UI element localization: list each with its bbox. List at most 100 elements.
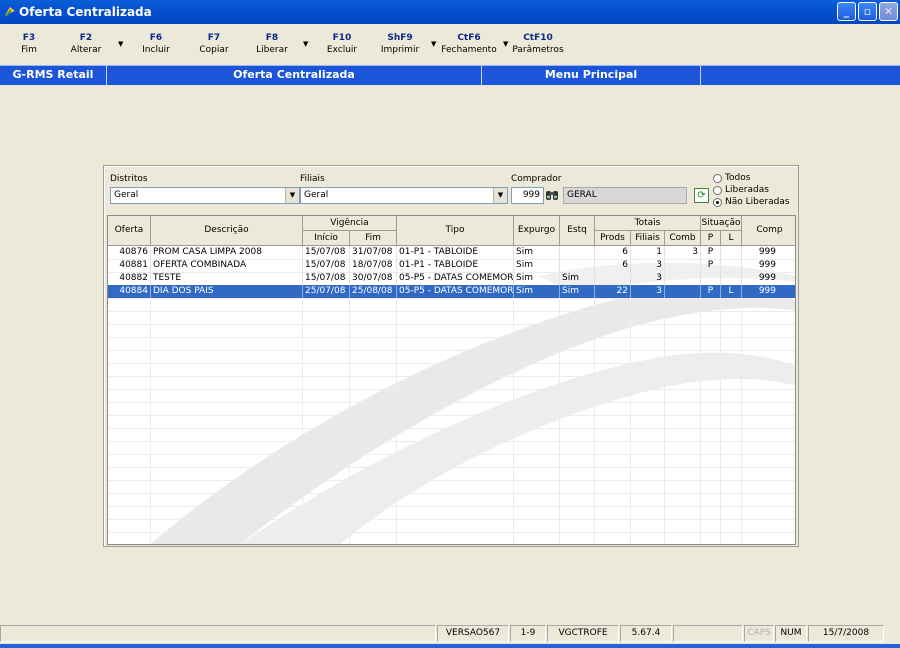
liberar-label: Liberar — [256, 45, 288, 55]
offers-grid[interactable]: Oferta Descrição Vigência Início Fim Tip… — [107, 215, 796, 545]
cell-inicio: 15/07/08 — [303, 246, 350, 259]
app-name[interactable]: G-RMS Retail — [0, 68, 106, 81]
cell-expurgo: Sim — [514, 259, 560, 272]
grid-line — [108, 337, 795, 338]
parametros-button[interactable]: CtF10 Parâmetros — [508, 32, 568, 57]
cell-filiais: 3 — [631, 259, 665, 272]
liberar-key: F8 — [265, 33, 279, 43]
grid-line — [108, 467, 795, 468]
districts-select[interactable]: Geral ▼ — [110, 187, 300, 204]
maximize-button[interactable]: ▫ — [858, 2, 877, 21]
grid-line — [108, 428, 795, 429]
radio-icon[interactable] — [713, 186, 722, 195]
excluir-key: F10 — [332, 33, 352, 43]
cell-estq — [560, 246, 595, 259]
maximize-icon: ▫ — [863, 5, 872, 18]
col-prods[interactable]: Prods — [595, 231, 631, 246]
cell-comp: 999 — [742, 285, 795, 298]
col-estq[interactable]: Estq — [560, 216, 595, 246]
cell-oferta: 40881 — [108, 259, 151, 272]
col-oferta[interactable]: Oferta — [108, 216, 151, 246]
cell-comp: 999 — [742, 246, 795, 259]
table-row-selected[interactable]: 40884 DIA DOS PAIS 25/07/08 25/08/08 05-… — [108, 285, 795, 298]
cell-oferta: 40884 — [108, 285, 151, 298]
buyer-code-input[interactable]: 999 — [511, 187, 544, 204]
cell-comb — [665, 285, 701, 298]
col-tipo[interactable]: Tipo — [397, 216, 514, 246]
cell-comp: 999 — [742, 272, 795, 285]
cell-oferta: 40882 — [108, 272, 151, 285]
fechamento-button[interactable]: CtF6 Fechamento — [438, 32, 500, 57]
cell-estq: Sim — [560, 272, 595, 285]
status-option-label: Liberadas — [725, 185, 769, 195]
col-comb[interactable]: Comb — [665, 231, 701, 246]
incluir-key: F6 — [149, 33, 163, 43]
radio-icon[interactable] — [713, 174, 722, 183]
table-row[interactable]: 40882 TESTE 15/07/08 30/07/08 05-P5 - DA… — [108, 272, 795, 285]
fim-button[interactable]: F3 Fim — [0, 32, 59, 57]
excluir-button[interactable]: F10 Excluir — [312, 32, 372, 57]
col-expurgo[interactable]: Expurgo — [514, 216, 560, 246]
close-button[interactable]: ✕ — [879, 2, 898, 21]
copiar-key: F7 — [207, 33, 221, 43]
copiar-button[interactable]: F7 Copiar — [184, 32, 244, 57]
col-descricao[interactable]: Descrição — [151, 216, 303, 246]
col-comp[interactable]: Comp — [742, 216, 795, 246]
imprimir-button[interactable]: ShF9 Imprimir — [370, 32, 430, 57]
cell-fim: 18/07/08 — [350, 259, 397, 272]
cell-fim: 30/07/08 — [350, 272, 397, 285]
table-row[interactable]: 40876 PROM CASA LIMPA 2008 15/07/08 31/0… — [108, 246, 795, 259]
status-bar: VERSAO567 1-9 VGCTROFE 5.67.4 CAPS NUM 1… — [0, 623, 900, 644]
branches-label: Filiais — [300, 174, 325, 184]
offers-panel: Distritos Geral ▼ Filiais Geral ▼ Compra… — [103, 165, 799, 547]
col-p[interactable]: P — [701, 231, 721, 246]
screen-name[interactable]: Oferta Centralizada — [107, 68, 481, 81]
col-l[interactable]: L — [721, 231, 742, 246]
cell-prods: 22 — [595, 285, 631, 298]
minimize-button[interactable]: _ — [837, 2, 856, 21]
cell-p: P — [701, 259, 721, 272]
cell-estq: Sim — [560, 285, 595, 298]
chevron-down-icon[interactable]: ▼ — [285, 188, 299, 203]
liberar-dropdown-icon[interactable]: ▼ — [303, 40, 308, 48]
alterar-dropdown-icon[interactable]: ▼ — [118, 40, 123, 48]
buyer-code-value: 999 — [522, 190, 540, 200]
cell-tipo: 05-P5 - DATAS COMEMOR — [399, 285, 514, 298]
binoculars-icon[interactable] — [545, 188, 559, 202]
cell-prods: 6 — [595, 259, 631, 272]
alterar-button[interactable]: F2 Alterar — [56, 32, 116, 57]
parametros-label: Parâmetros — [512, 45, 564, 55]
col-vigencia: Vigência — [303, 216, 397, 231]
cell-descricao: PROM CASA LIMPA 2008 — [151, 246, 303, 259]
cell-expurgo: Sim — [514, 246, 560, 259]
cell-l — [721, 259, 742, 272]
branches-select[interactable]: Geral ▼ — [300, 187, 508, 204]
col-inicio[interactable]: Início — [303, 231, 350, 246]
main-menu-link[interactable]: Menu Principal — [482, 68, 700, 81]
cell-fim: 25/08/08 — [350, 285, 397, 298]
liberar-button[interactable]: F8 Liberar — [242, 32, 302, 57]
refresh-icon[interactable]: ⟳ — [694, 188, 709, 203]
imprimir-dropdown-icon[interactable]: ▼ — [431, 40, 436, 48]
chevron-down-icon[interactable]: ▼ — [493, 188, 507, 203]
status-version: VERSAO567 — [437, 625, 509, 642]
col-filiais[interactable]: Filiais — [631, 231, 665, 246]
cell-descricao: TESTE — [151, 272, 303, 285]
cell-expurgo: Sim — [514, 285, 560, 298]
table-row[interactable]: 40881 OFERTA COMBINADA 15/07/08 18/07/08… — [108, 259, 795, 272]
cell-comb — [665, 259, 701, 272]
alterar-label: Alterar — [70, 45, 102, 55]
cell-l — [721, 246, 742, 259]
status-num: NUM — [775, 625, 807, 642]
col-fim[interactable]: Fim — [350, 231, 397, 246]
grid-line — [108, 519, 795, 520]
cell-l: L — [721, 285, 742, 298]
status-date: 15/7/2008 — [808, 625, 884, 642]
incluir-button[interactable]: F6 Incluir — [126, 32, 186, 57]
radio-icon[interactable] — [713, 198, 722, 207]
buyer-name-value: GERAL — [567, 190, 597, 200]
cell-prods: 6 — [595, 246, 631, 259]
grid-line — [108, 493, 795, 494]
imprimir-label: Imprimir — [380, 45, 420, 55]
imprimir-key: ShF9 — [387, 33, 413, 43]
